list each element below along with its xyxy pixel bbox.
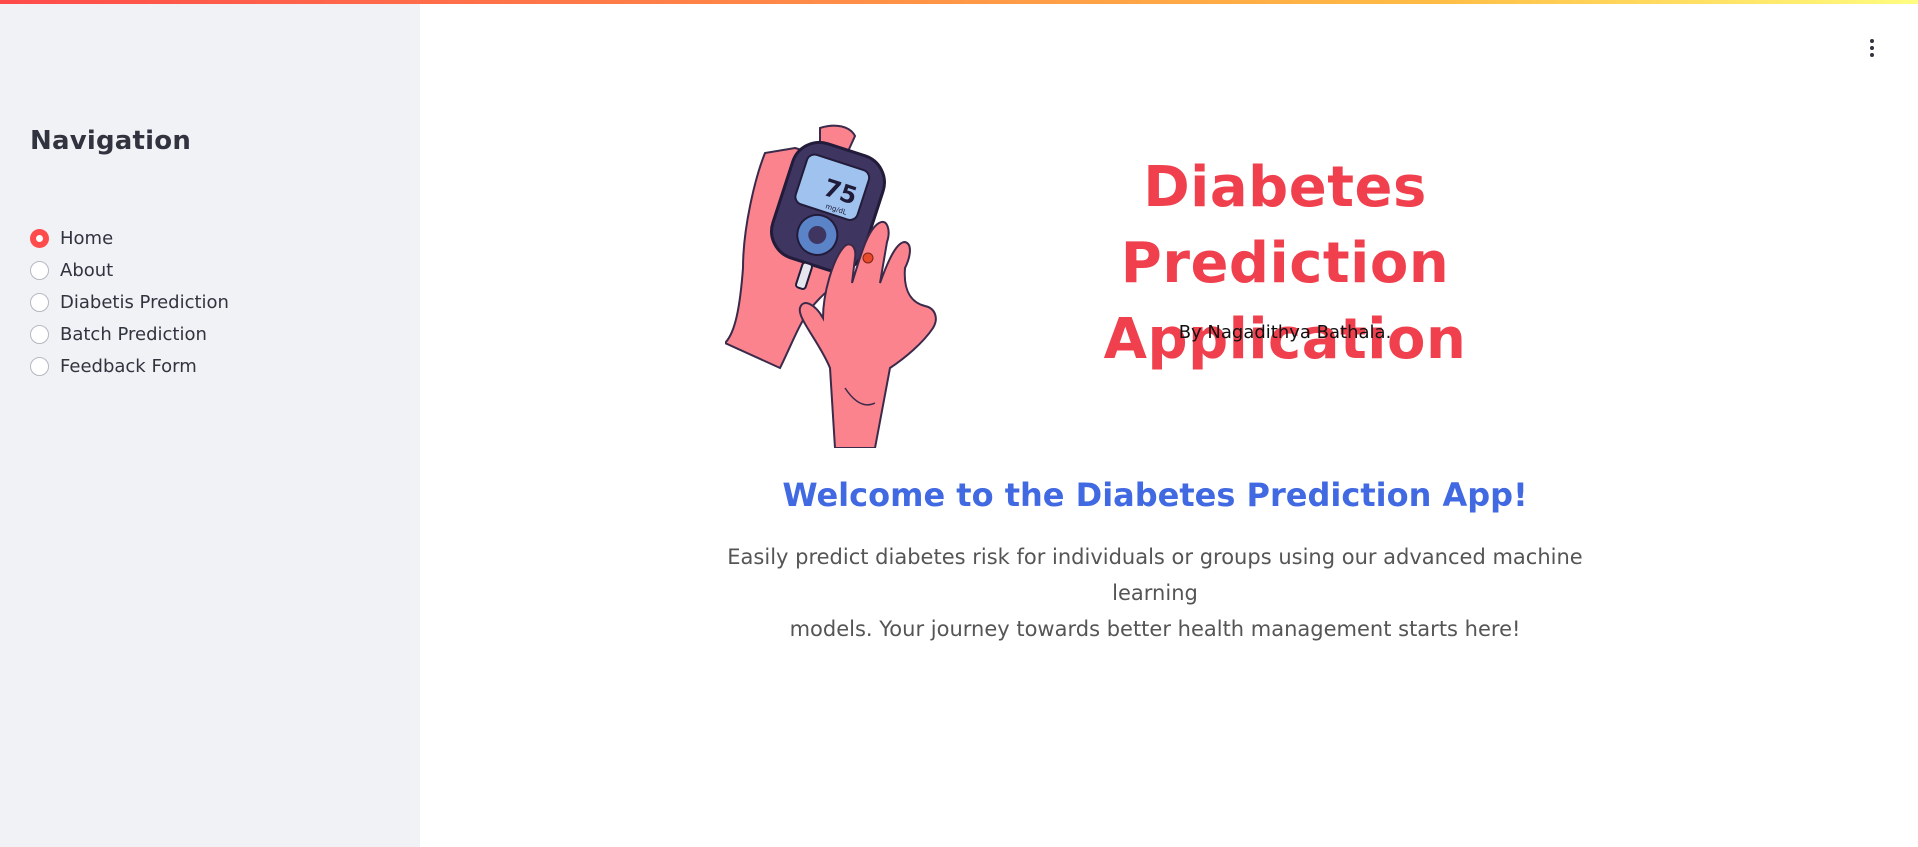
welcome-heading: Welcome to the Diabetes Prediction App! bbox=[782, 476, 1528, 514]
welcome-description: Easily predict diabetes risk for individ… bbox=[720, 539, 1590, 647]
radio-unselected-icon[interactable] bbox=[30, 260, 49, 280]
sidebar-item-label: Diabetis Prediction bbox=[60, 291, 229, 313]
radio-unselected-icon[interactable] bbox=[30, 292, 49, 312]
menu-dot-icon bbox=[1870, 46, 1874, 50]
radio-selected-icon[interactable] bbox=[30, 228, 49, 248]
page-title-line-1: Diabetes Prediction bbox=[1120, 155, 1450, 296]
sidebar-item-batch-prediction[interactable]: Batch Prediction bbox=[30, 318, 229, 350]
top-decoration-bar bbox=[0, 0, 1918, 4]
sidebar-item-label: About bbox=[60, 259, 114, 281]
radio-unselected-icon[interactable] bbox=[30, 324, 49, 344]
sidebar-item-label: Home bbox=[60, 227, 114, 249]
page-title: Diabetes Prediction Application bbox=[985, 150, 1585, 378]
menu-dot-icon bbox=[1870, 53, 1874, 57]
author-credit: By Nagadithya Bathala. bbox=[1178, 322, 1392, 343]
radio-unselected-icon[interactable] bbox=[30, 356, 49, 376]
glucose-meter-hands-illustration: 75 mg/dL bbox=[725, 124, 937, 448]
sidebar-item-feedback-form[interactable]: Feedback Form bbox=[30, 350, 229, 382]
sidebar-item-label: Feedback Form bbox=[60, 355, 197, 377]
sidebar-item-diabetis-prediction[interactable]: Diabetis Prediction bbox=[30, 286, 229, 318]
sidebar: Navigation Home About Diabetis Predictio… bbox=[0, 0, 420, 847]
sidebar-item-label: Batch Prediction bbox=[60, 323, 207, 345]
description-line-2: models. Your journey towards better heal… bbox=[789, 617, 1521, 641]
sidebar-item-home[interactable]: Home bbox=[30, 222, 229, 254]
main-menu-button[interactable] bbox=[1860, 30, 1884, 66]
sidebar-item-about[interactable]: About bbox=[30, 254, 229, 286]
sidebar-title: Navigation bbox=[30, 126, 192, 156]
description-line-1: Easily predict diabetes risk for individ… bbox=[727, 545, 1583, 605]
navigation-radio-group: Home About Diabetis Prediction Batch Pre… bbox=[30, 222, 229, 382]
menu-dot-icon bbox=[1870, 39, 1874, 43]
